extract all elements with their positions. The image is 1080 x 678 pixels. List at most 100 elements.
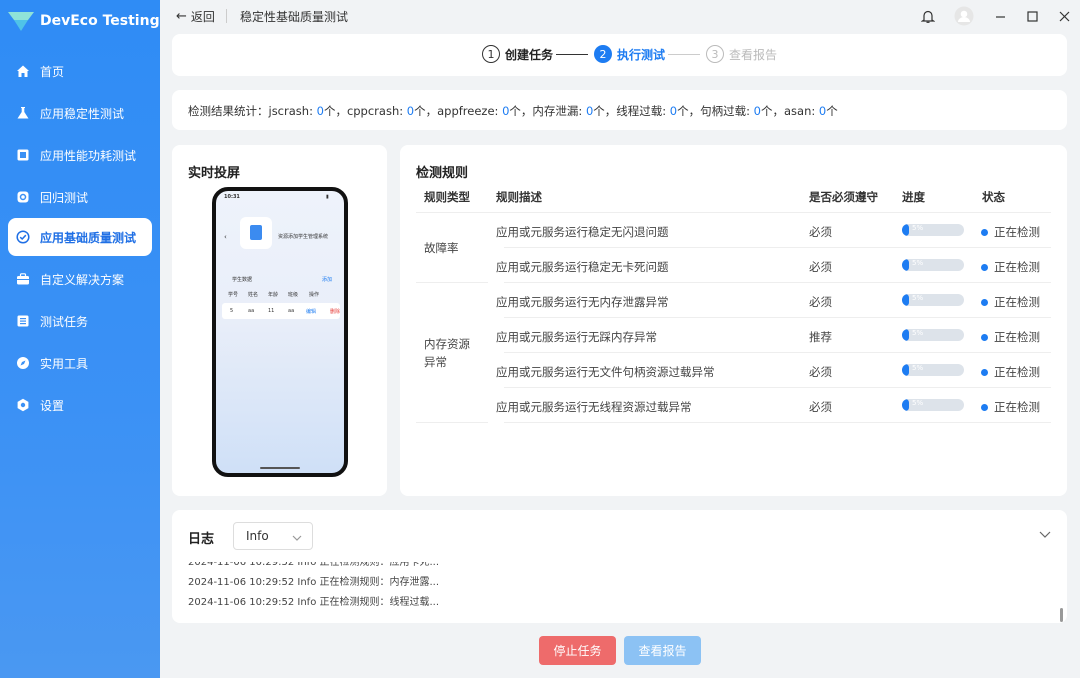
log-scrollbar[interactable] bbox=[1060, 608, 1063, 622]
rules-title: 检测规则 bbox=[416, 166, 469, 181]
sidebar-item-label: 首页 bbox=[40, 64, 65, 79]
rule-required: 必须 bbox=[809, 365, 832, 379]
screen-mirror-panel: 实时投屏 10:31 ▮ ‹ 资源添加学生管理系统 学生数据 添加 学号 姓名 … bbox=[172, 145, 387, 496]
phone-header-action: 操作 bbox=[309, 292, 320, 298]
gear-icon bbox=[16, 398, 30, 412]
step-connector bbox=[668, 54, 700, 55]
avatar[interactable] bbox=[944, 0, 984, 32]
log-level-value: Info bbox=[246, 529, 269, 543]
status-dot-icon bbox=[981, 404, 988, 411]
stat-appfreeze: appfreeze: 0个 bbox=[437, 104, 521, 118]
step-create-task: 1 创建任务 bbox=[482, 45, 553, 63]
clipboard-icon bbox=[250, 225, 262, 240]
back-label: 返回 bbox=[190, 10, 215, 24]
log-panel: 日志 Info 2024-11-06 10:29:52 Info 正在检测规则：… bbox=[172, 510, 1067, 623]
table-row: 应用或元服务运行稳定无卡死问题 必须 5% 正在检测 bbox=[496, 248, 1051, 283]
sidebar-item-home[interactable]: 首页 bbox=[8, 52, 152, 90]
bell-icon[interactable] bbox=[912, 0, 944, 32]
sidebar-item-custom-solution[interactable]: 自定义解决方案 bbox=[8, 260, 152, 298]
sidebar-item-label: 回归测试 bbox=[40, 190, 89, 205]
minimize-icon[interactable] bbox=[984, 0, 1016, 32]
compass-icon bbox=[16, 356, 30, 370]
phone-cell: aa bbox=[288, 308, 295, 314]
status-dot-icon bbox=[981, 369, 988, 376]
table-header: 规则类型 规则描述 是否必须遵守 进度 状态 bbox=[416, 181, 1051, 213]
progress-fill bbox=[902, 399, 910, 411]
phone-cell: aa bbox=[248, 308, 255, 314]
sidebar-item-tools[interactable]: 实用工具 bbox=[8, 344, 152, 382]
table-row: 应用或元服务运行无踩内存异常 推荐 5% 正在检测 bbox=[496, 318, 1051, 353]
monitor-icon bbox=[16, 148, 30, 162]
status-dot-icon bbox=[981, 264, 988, 271]
progress-label: 5% bbox=[912, 259, 924, 267]
stop-task-button[interactable]: 停止任务 bbox=[539, 636, 616, 665]
maximize-icon[interactable] bbox=[1016, 0, 1048, 32]
phone-time: 10:31 bbox=[224, 194, 240, 200]
group-label: 内存资源异常 bbox=[424, 337, 470, 369]
progress-label: 5% bbox=[912, 224, 924, 232]
phone-home-indicator bbox=[260, 467, 300, 469]
page-title: 稳定性基础质量测试 bbox=[240, 10, 349, 24]
window-controls bbox=[912, 0, 1080, 32]
step-indicator: 1 创建任务 2 执行测试 3 查看报告 bbox=[172, 34, 1067, 76]
sidebar-item-test-tasks[interactable]: 测试任务 bbox=[8, 302, 152, 340]
table-row: 应用或元服务运行无内存泄露异常 必须 5% 正在检测 bbox=[496, 283, 1051, 318]
status-label: 正在检测 bbox=[994, 295, 1040, 309]
shield-check-icon bbox=[16, 230, 30, 244]
screen-title: 实时投屏 bbox=[188, 166, 241, 181]
log-level-select[interactable]: Info bbox=[233, 522, 313, 550]
rule-status: 正在检测 bbox=[981, 294, 1040, 310]
phone-battery-icon: ▮ bbox=[326, 194, 329, 200]
table-row: 应用或元服务运行无线程资源过载异常 必须 5% 正在检测 bbox=[496, 388, 1051, 423]
back-button[interactable]: ← 返回 bbox=[176, 8, 215, 25]
progress-bar: 5% bbox=[902, 294, 964, 306]
rule-desc: 应用或元服务运行稳定无闪退问题 bbox=[496, 225, 669, 239]
rule-desc: 应用或元服务运行无踩内存异常 bbox=[496, 330, 657, 344]
rule-desc: 应用或元服务运行无线程资源过载异常 bbox=[496, 400, 692, 414]
divider bbox=[226, 9, 227, 23]
phone-header-id: 学号 bbox=[228, 292, 239, 298]
progress-fill bbox=[902, 294, 910, 306]
flask-icon bbox=[16, 106, 30, 120]
cycle-icon bbox=[16, 190, 30, 204]
log-title: 日志 bbox=[188, 532, 215, 547]
log-line: 2024-11-06 10:29:52 Info 正在检测规则：内存泄露... bbox=[188, 577, 440, 588]
sidebar-item-label: 应用基础质量测试 bbox=[40, 230, 137, 245]
progress-bar: 5% bbox=[902, 259, 964, 271]
sidebar-item-regression[interactable]: 回归测试 bbox=[8, 178, 152, 216]
log-line: 2024-11-06 10:29:52 Info 正在检测规则：应用卡死... bbox=[188, 562, 440, 568]
sidebar-item-stability[interactable]: 应用稳定性测试 bbox=[8, 94, 152, 132]
log-lines: 2024-11-06 10:29:52 Info 正在检测规则：应用卡死... … bbox=[188, 562, 1048, 620]
list-icon bbox=[16, 314, 30, 328]
phone-row bbox=[222, 303, 340, 319]
rule-status: 正在检测 bbox=[981, 399, 1040, 415]
sidebar-item-label: 应用稳定性测试 bbox=[40, 106, 125, 121]
sidebar-item-label: 实用工具 bbox=[40, 356, 89, 371]
view-report-button[interactable]: 查看报告 bbox=[624, 636, 701, 665]
sidebar-item-label: 测试任务 bbox=[40, 314, 89, 329]
sidebar-item-basic-quality[interactable]: 应用基础质量测试 bbox=[8, 218, 152, 256]
phone-cell: 5 bbox=[230, 308, 234, 314]
rule-desc: 应用或元服务运行无内存泄露异常 bbox=[496, 295, 669, 309]
rule-desc: 应用或元服务运行无文件句柄资源过载异常 bbox=[496, 365, 715, 379]
deveco-logo-icon bbox=[8, 10, 34, 32]
rule-required: 推荐 bbox=[809, 330, 832, 344]
step-number: 2 bbox=[594, 45, 612, 63]
phone-screen[interactable]: 10:31 ▮ ‹ 资源添加学生管理系统 学生数据 添加 学号 姓名 年龄 班级… bbox=[212, 187, 348, 477]
sidebar-item-settings[interactable]: 设置 bbox=[8, 386, 152, 424]
header-type: 规则类型 bbox=[424, 190, 470, 204]
close-icon[interactable] bbox=[1048, 0, 1080, 32]
status-label: 正在检测 bbox=[994, 330, 1040, 344]
sidebar-item-performance[interactable]: 应用性能功耗测试 bbox=[8, 136, 152, 174]
status-dot-icon bbox=[981, 299, 988, 306]
title-bar: ← 返回 稳定性基础质量测试 bbox=[160, 0, 1080, 32]
step-label: 查看报告 bbox=[729, 47, 778, 62]
chevron-down-icon bbox=[292, 531, 302, 545]
stat-cppcrash: cppcrash: 0个 bbox=[346, 104, 426, 118]
status-label: 正在检测 bbox=[994, 225, 1040, 239]
rule-required: 必须 bbox=[809, 225, 832, 239]
collapse-chevron-icon[interactable] bbox=[1039, 528, 1051, 542]
rule-required: 必须 bbox=[809, 295, 832, 309]
phone-add-link: 添加 bbox=[322, 277, 333, 283]
phone-app-card bbox=[240, 217, 272, 249]
